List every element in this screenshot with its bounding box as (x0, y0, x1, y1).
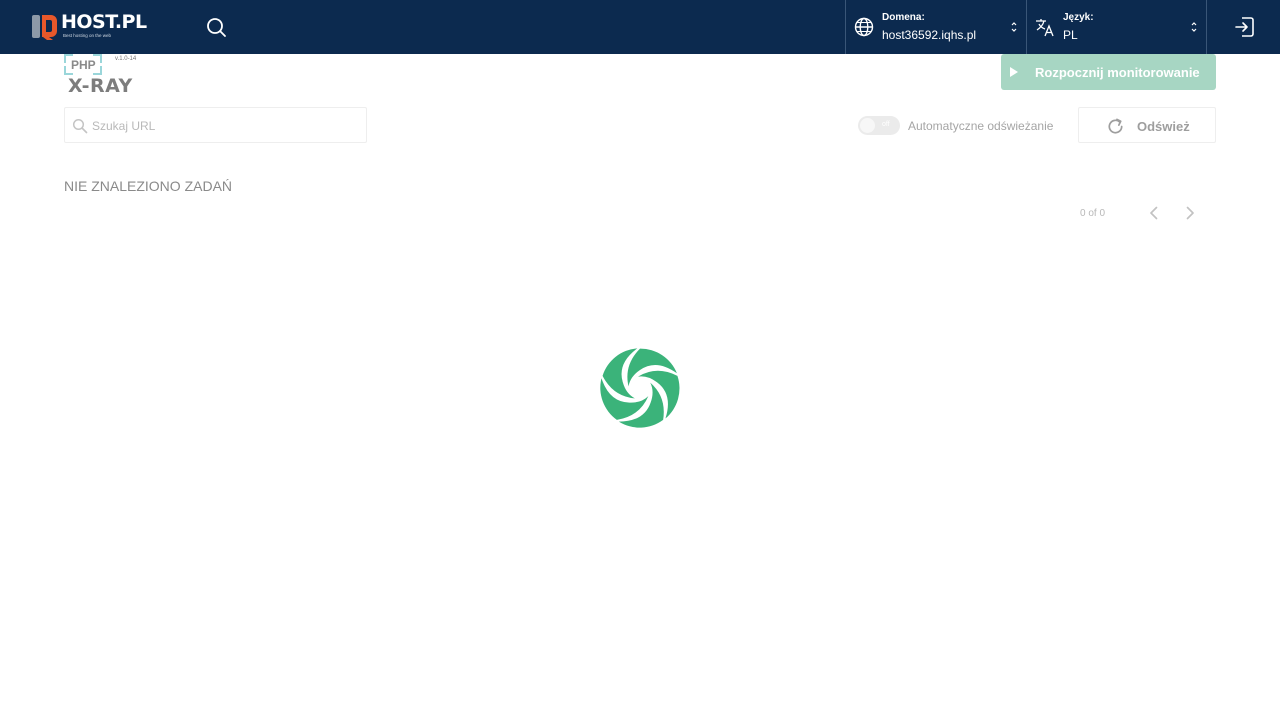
refresh-icon (1108, 118, 1123, 134)
chevron-right-icon[interactable] (1182, 205, 1198, 221)
xray-logo: PHP v.1.0-14 X-RAY (64, 54, 144, 97)
no-tasks-message: NIE ZNALEZIONO ZADAŃ (64, 178, 233, 194)
brand-tagline: Best hosting on the web (63, 33, 112, 39)
logout-icon[interactable] (1233, 15, 1257, 39)
host-logo-icon (32, 14, 57, 40)
auto-refresh-toggle[interactable]: off (858, 116, 900, 135)
globe-icon (854, 17, 874, 37)
pagination-count: 0 of 0 (1080, 208, 1106, 219)
brand-name: HOST.PL (61, 11, 147, 34)
language-label: Język: (1063, 12, 1094, 23)
search-icon[interactable] (204, 15, 228, 39)
url-search-input[interactable] (92, 116, 352, 136)
top-navbar: HOST.PL Best hosting on the web Domena: … (0, 0, 1280, 54)
translate-icon (1036, 19, 1054, 37)
chevron-up-down-icon (1191, 22, 1197, 32)
toggle-knob (860, 118, 875, 133)
search-icon (72, 118, 88, 134)
start-monitoring-label: Rozpocznij monitorowanie (1035, 64, 1200, 80)
language-value: PL (1063, 28, 1078, 42)
domain-value: host36592.iqhs.pl (882, 28, 977, 42)
app-title: X-RAY (68, 75, 133, 97)
chevron-left-icon[interactable] (1146, 205, 1162, 221)
language-selector[interactable]: Język: PL (1026, 0, 1207, 54)
php-label: PHP (71, 58, 96, 72)
play-icon (1010, 67, 1018, 77)
auto-refresh-label: Automatyczne odświeżanie (908, 119, 1054, 133)
toggle-state: off (882, 121, 890, 128)
chevron-up-down-icon (1011, 22, 1017, 32)
url-search-box[interactable] (64, 107, 367, 143)
refresh-button[interactable]: Odśwież (1078, 107, 1216, 143)
app-version: v.1.0-14 (115, 56, 137, 62)
domain-label: Domena: (882, 12, 925, 23)
refresh-label: Odśwież (1137, 119, 1190, 134)
loading-spinner-icon (600, 348, 680, 428)
host-logo[interactable]: HOST.PL Best hosting on the web (31, 11, 147, 41)
domain-selector[interactable]: Domena: host36592.iqhs.pl (845, 0, 1026, 54)
php-badge: PHP (64, 54, 102, 75)
start-monitoring-button[interactable]: Rozpocznij monitorowanie (1001, 54, 1216, 90)
